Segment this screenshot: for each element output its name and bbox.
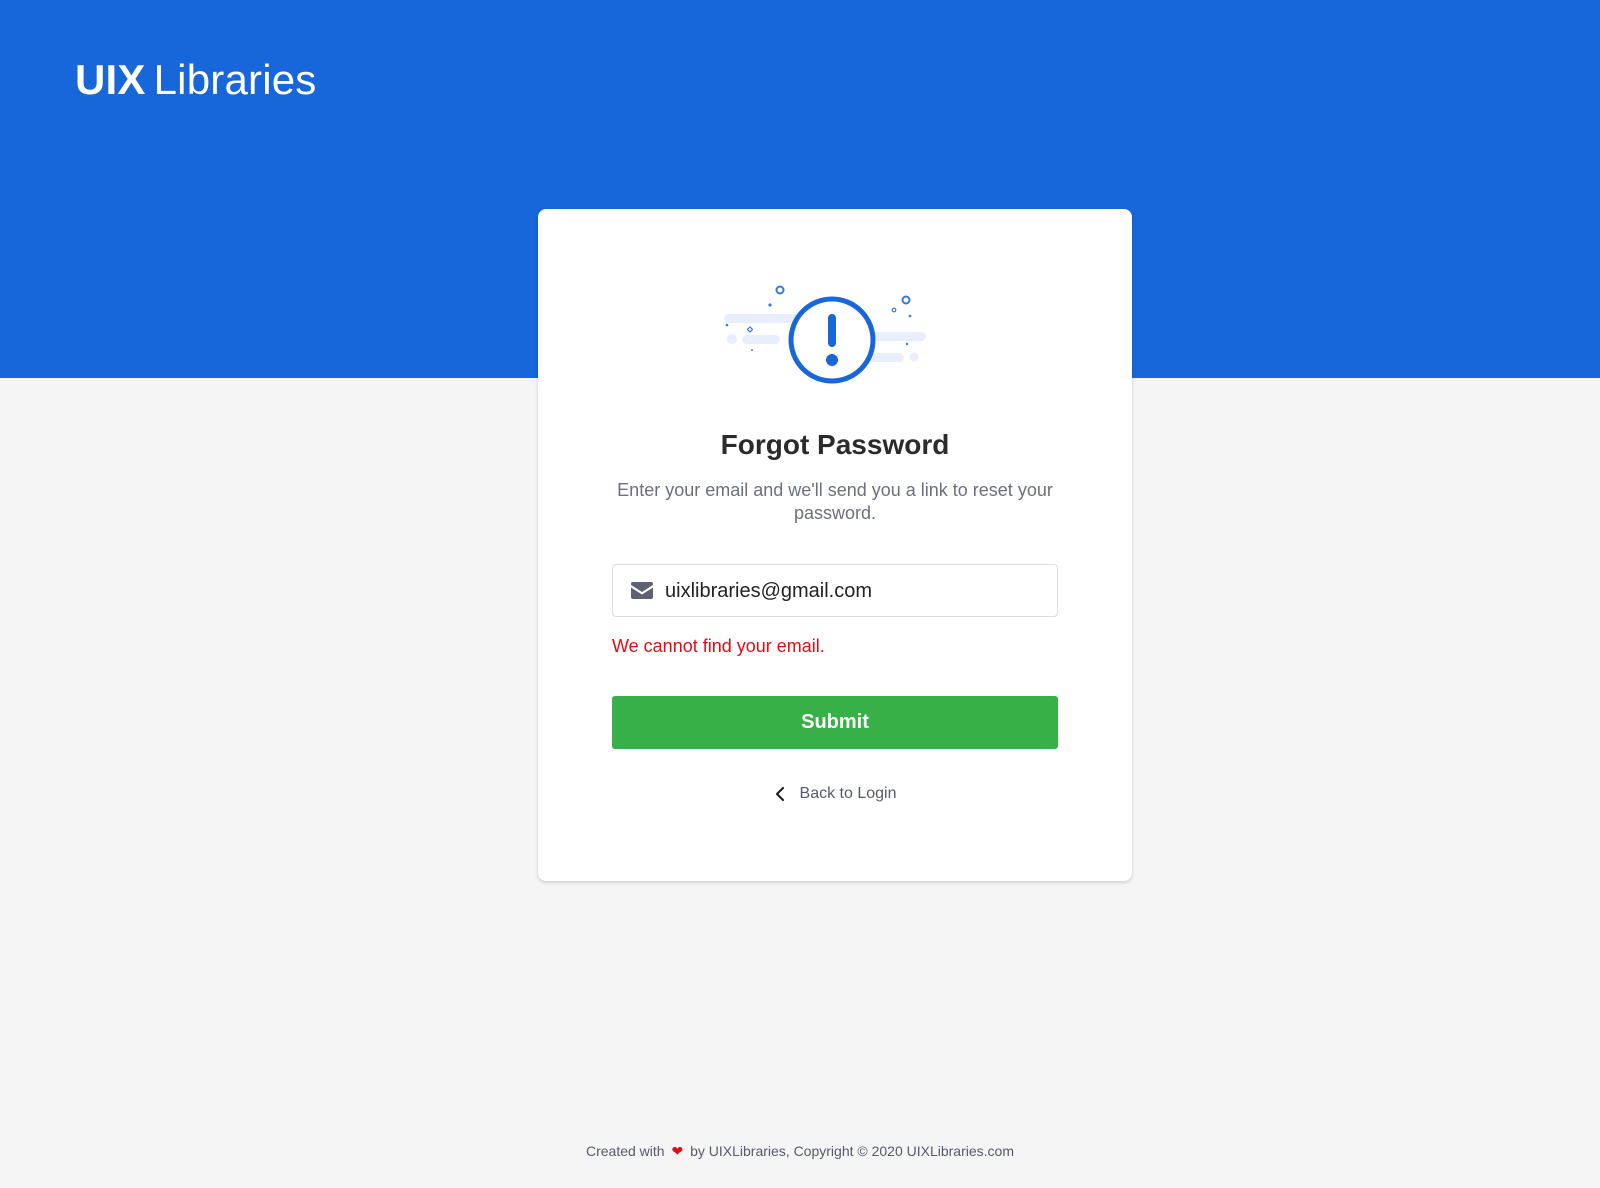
forgot-password-card: Forgot Password Enter your email and we'… [538,209,1132,881]
email-input-value[interactable]: uixlibraries@gmail.com [665,579,872,603]
email-field[interactable]: uixlibraries@gmail.com [612,564,1058,617]
footer-prefix: Created with [585,1143,665,1159]
envelope-icon [631,582,653,599]
back-to-login-link[interactable]: Back to Login [538,785,1132,803]
exclamation-circle-icon [724,285,926,384]
back-to-login-label: Back to Login [799,785,897,802]
page-title: Forgot Password [720,429,950,460]
submit-button[interactable]: Submit [612,696,1058,749]
logo-light-text: Libraries [153,56,317,103]
error-message: We cannot find your email. [612,636,825,656]
footer-copyright: by UIXLibraries, Copyright © 2020 UIXLib… [690,1143,1014,1159]
chevron-left-icon [775,786,784,802]
logo[interactable]: UIX Libraries [75,54,317,106]
page-subtitle: Enter your email and we'll send you a li… [617,480,1053,523]
footer: Created with ❤ by UIXLibraries, Copyrigh… [0,1142,1600,1160]
logo-bold-text: UIX [75,56,146,103]
heart-icon: ❤ [671,1143,684,1159]
